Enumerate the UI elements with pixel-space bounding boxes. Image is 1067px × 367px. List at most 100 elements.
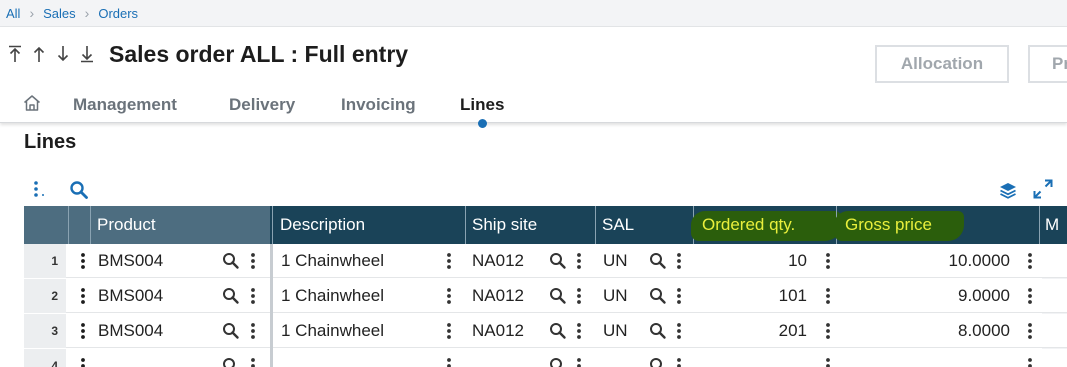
- more-vertical-icon[interactable]: [576, 322, 582, 340]
- cell-description[interactable]: 1 Chainwheel: [281, 279, 384, 313]
- column-description[interactable]: Description: [280, 206, 365, 244]
- cell-gross-price[interactable]: 10.0000: [836, 244, 1010, 278]
- row-actions-icon[interactable]: [80, 252, 86, 270]
- fixed-column-separator: [270, 244, 273, 367]
- search-icon[interactable]: [222, 287, 240, 305]
- column-gross-price[interactable]: Gross price: [845, 206, 932, 244]
- more-vertical-icon[interactable]: [676, 322, 682, 340]
- active-tab-indicator: [478, 119, 487, 128]
- row-number: 2: [24, 279, 66, 313]
- more-vertical-icon[interactable]: [1027, 322, 1033, 340]
- column-ordered-qty[interactable]: Ordered qty.: [702, 206, 795, 244]
- more-vertical-icon[interactable]: [576, 357, 582, 367]
- more-vertical-icon[interactable]: [825, 252, 831, 270]
- cell-sal[interactable]: UN: [603, 279, 628, 313]
- more-vertical-icon[interactable]: [250, 322, 256, 340]
- more-vertical-icon[interactable]: [446, 322, 452, 340]
- cell-ordered-qty[interactable]: 101: [694, 279, 807, 313]
- cell-ordered-qty[interactable]: 201: [694, 314, 807, 348]
- more-vertical-icon[interactable]: [446, 252, 452, 270]
- more-vertical-icon[interactable]: [250, 357, 256, 367]
- more-vertical-icon[interactable]: [825, 287, 831, 305]
- table-row[interactable]: 3 BMS004 1 Chainwheel NA012 UN 201 8.0000: [24, 314, 1067, 348]
- row-actions-icon[interactable]: [80, 287, 86, 305]
- first-record-icon[interactable]: [6, 43, 24, 65]
- breadcrumb-all[interactable]: All: [6, 6, 20, 21]
- next-action-button[interactable]: Pr: [1028, 45, 1067, 83]
- column-more[interactable]: M: [1045, 206, 1059, 244]
- row-actions-icon[interactable]: [80, 322, 86, 340]
- chevron-right-icon: ›: [29, 5, 35, 21]
- more-vertical-icon[interactable]: [33, 180, 47, 198]
- cell-description[interactable]: 1 Chainwheel: [281, 314, 384, 348]
- tab-bar: Management Delivery Invoicing Lines: [0, 89, 700, 128]
- table-row[interactable]: 2 BMS004 1 Chainwheel NA012 UN 101 9.0000: [24, 279, 1067, 313]
- cell-gross-price[interactable]: 9.0000: [836, 279, 1010, 313]
- search-icon[interactable]: [549, 322, 567, 340]
- cell-product[interactable]: BMS004: [98, 279, 163, 313]
- lines-grid: Product Description Ship site SAL Ordere…: [24, 206, 1067, 367]
- more-vertical-icon[interactable]: [446, 357, 452, 367]
- table-row[interactable]: 1 BMS004 1 Chainwheel NA012 UN 10 10.0000: [24, 244, 1067, 278]
- search-icon[interactable]: [649, 322, 667, 340]
- cell-sal[interactable]: UN: [603, 244, 628, 278]
- page-title: Sales order ALL : Full entry: [109, 41, 409, 67]
- more-vertical-icon[interactable]: [676, 287, 682, 305]
- tab-management[interactable]: Management: [73, 95, 177, 115]
- tab-lines[interactable]: Lines: [460, 95, 504, 115]
- column-product[interactable]: Product: [97, 206, 156, 244]
- allocation-button[interactable]: Allocation: [875, 45, 1009, 83]
- last-record-icon[interactable]: [78, 43, 96, 65]
- cell-gross-price[interactable]: 8.0000: [836, 314, 1010, 348]
- tab-invoicing[interactable]: Invoicing: [341, 95, 416, 115]
- cell-ship-site[interactable]: NA012: [472, 314, 524, 348]
- search-icon[interactable]: [549, 252, 567, 270]
- cell-ship-site[interactable]: NA012: [472, 279, 524, 313]
- home-icon[interactable]: [22, 93, 42, 115]
- cell-ship-site[interactable]: NA012: [472, 244, 524, 278]
- breadcrumb-sales[interactable]: Sales: [43, 6, 76, 21]
- column-ship-site[interactable]: Ship site: [472, 206, 537, 244]
- more-vertical-icon[interactable]: [250, 287, 256, 305]
- row-actions-icon[interactable]: [80, 357, 86, 367]
- cell-sal[interactable]: UN: [603, 314, 628, 348]
- search-icon[interactable]: [549, 357, 567, 367]
- cell-description[interactable]: 1 Chainwheel: [281, 244, 384, 278]
- cell-gross-price[interactable]: [836, 349, 1010, 367]
- more-vertical-icon[interactable]: [250, 252, 256, 270]
- layers-icon[interactable]: [998, 181, 1018, 201]
- more-vertical-icon[interactable]: [825, 322, 831, 340]
- more-vertical-icon[interactable]: [1027, 357, 1033, 367]
- more-vertical-icon[interactable]: [446, 287, 452, 305]
- search-icon[interactable]: [649, 357, 667, 367]
- more-vertical-icon[interactable]: [1027, 252, 1033, 270]
- search-icon[interactable]: [222, 322, 240, 340]
- expand-icon[interactable]: [1032, 178, 1054, 200]
- search-icon[interactable]: [222, 252, 240, 270]
- more-vertical-icon[interactable]: [825, 357, 831, 367]
- search-icon[interactable]: [649, 287, 667, 305]
- row-number: 3: [24, 314, 66, 348]
- more-vertical-icon[interactable]: [576, 252, 582, 270]
- record-navigation: [6, 43, 96, 65]
- cell-ordered-qty[interactable]: 10: [694, 244, 807, 278]
- cell-product[interactable]: BMS004: [98, 244, 163, 278]
- search-icon[interactable]: [222, 357, 240, 367]
- column-sal[interactable]: SAL: [602, 206, 634, 244]
- cell-product[interactable]: BMS004: [98, 314, 163, 348]
- next-record-icon[interactable]: [54, 43, 72, 65]
- search-icon[interactable]: [69, 180, 89, 200]
- more-vertical-icon[interactable]: [1027, 287, 1033, 305]
- breadcrumb-orders[interactable]: Orders: [98, 6, 138, 21]
- more-vertical-icon[interactable]: [576, 287, 582, 305]
- search-icon[interactable]: [649, 252, 667, 270]
- row-number: 1: [24, 244, 66, 278]
- tab-delivery[interactable]: Delivery: [229, 95, 295, 115]
- previous-record-icon[interactable]: [30, 43, 48, 65]
- more-vertical-icon[interactable]: [676, 357, 682, 367]
- cell-ordered-qty[interactable]: [694, 349, 807, 367]
- row-number: 4: [24, 349, 66, 367]
- more-vertical-icon[interactable]: [676, 252, 682, 270]
- table-row[interactable]: 4: [24, 349, 1067, 367]
- search-icon[interactable]: [549, 287, 567, 305]
